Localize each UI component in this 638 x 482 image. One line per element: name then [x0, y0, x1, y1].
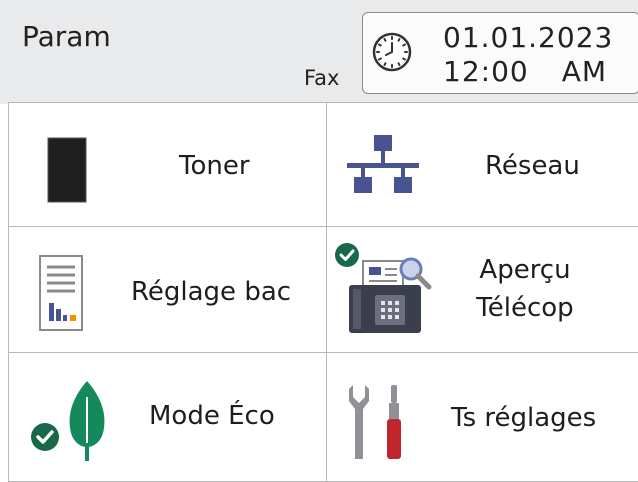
header-bar: Param Fax 01.01.2023 12:00 AM	[0, 0, 638, 104]
fax-preview-icon	[335, 243, 432, 333]
menu-grid: Toner Réseau Réglage bac Aperçu Télécop …	[8, 102, 638, 482]
tray-setting-button[interactable]: Réglage bac	[8, 226, 328, 354]
network-button[interactable]: Réseau	[326, 102, 638, 228]
fax-preview-label-line2: Télécop	[476, 293, 574, 323]
am-pm-indicator: AM	[561, 55, 607, 88]
eco-mode-button[interactable]: Mode Éco	[8, 352, 328, 482]
toner-label: Toner	[179, 151, 250, 181]
toner-button[interactable]: Toner	[8, 102, 328, 228]
fax-preview-label-line1: Aperçu	[479, 255, 571, 285]
time-value: 12:00	[443, 55, 529, 88]
mode-label: Fax	[304, 66, 340, 90]
date-time-button[interactable]: 01.01.2023 12:00 AM	[362, 12, 638, 94]
fax-preview-button[interactable]: Aperçu Télécop	[326, 226, 638, 354]
all-settings-label: Ts réglages	[451, 403, 597, 433]
eco-leaf-icon	[31, 381, 105, 461]
network-icon	[347, 135, 419, 193]
date-display: 01.01.2023	[443, 21, 614, 54]
time-display: 12:00 AM	[443, 55, 623, 88]
tray-setting-icon	[39, 255, 83, 331]
tools-icon	[349, 385, 401, 459]
clock-icon	[372, 32, 412, 72]
screen-title: Param	[22, 20, 111, 53]
fax-preview-label: Aperçu Télécop	[455, 251, 595, 327]
eco-mode-label: Mode Éco	[149, 401, 275, 431]
tray-setting-label: Réglage bac	[131, 277, 292, 307]
all-settings-button[interactable]: Ts réglages	[326, 352, 638, 482]
network-label: Réseau	[485, 151, 580, 181]
toner-cartridge-icon	[47, 137, 87, 203]
